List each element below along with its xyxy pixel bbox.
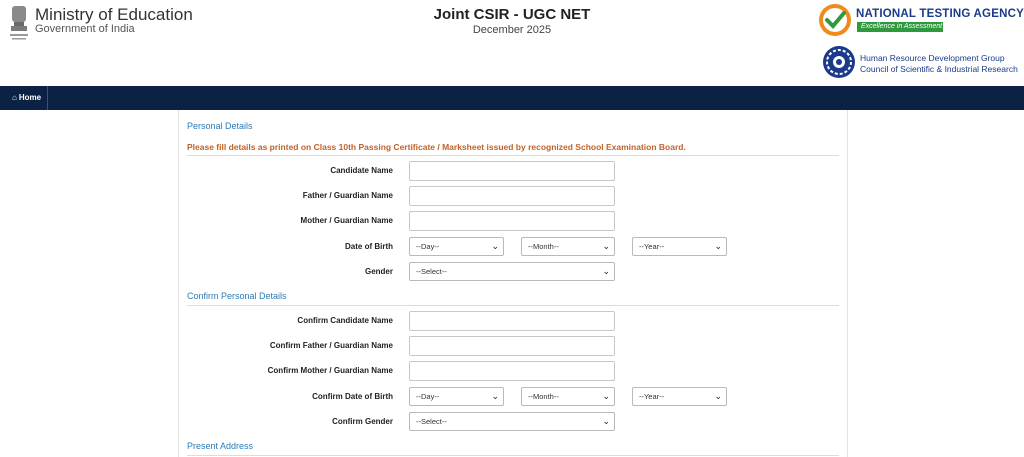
- nav-home-label: Home: [18, 93, 42, 102]
- confirm-dob-year-select[interactable]: --Year-- ⌄: [632, 387, 727, 406]
- confirm-mother-name-input[interactable]: [409, 361, 615, 381]
- confirm-dob-day-select[interactable]: --Day-- ⌄: [409, 387, 504, 406]
- confirm-gender-select[interactable]: --Select-- ⌄: [409, 412, 615, 431]
- csir-logo-icon: [823, 46, 855, 78]
- personal-instruction: Please fill details as printed on Class …: [187, 142, 686, 152]
- nta-logo-icon: [819, 4, 851, 36]
- chevron-down-icon: ⌄: [602, 416, 610, 426]
- confirm-father-name-label: Confirm Father / Guardian Name: [269, 341, 393, 350]
- divider: [187, 455, 839, 456]
- divider: [187, 305, 839, 306]
- nta-tagline: Excellence in Assessment: [857, 22, 943, 32]
- national-emblem-icon: [10, 6, 28, 40]
- page-header: Ministry of Education Government of Indi…: [0, 0, 1024, 86]
- chevron-down-icon: ⌄: [602, 241, 610, 251]
- section-title-present-address: Present Address: [187, 441, 254, 451]
- chevron-down-icon: ⌄: [714, 241, 722, 251]
- confirm-mother-name-label: Confirm Mother / Guardian Name: [267, 366, 393, 375]
- dob-year-value: --Year--: [639, 242, 665, 251]
- gender-select[interactable]: --Select-- ⌄: [409, 262, 615, 281]
- dob-year-select[interactable]: --Year-- ⌄: [632, 237, 727, 256]
- chevron-down-icon: ⌄: [714, 391, 722, 401]
- nta-name: NATIONAL TESTING AGENCY: [856, 8, 1024, 20]
- confirm-gender-label: Confirm Gender: [332, 417, 393, 426]
- ministry-title: Ministry of Education: [35, 5, 193, 24]
- confirm-dob-year-value: --Year--: [639, 392, 665, 401]
- ministry-subtitle: Government of India: [35, 23, 135, 35]
- confirm-dob-label: Confirm Date of Birth: [312, 392, 393, 401]
- exam-title: Joint CSIR - UGC NET: [433, 6, 591, 23]
- father-name-label: Father / Guardian Name: [302, 191, 393, 200]
- main-navbar: ⌂ Home: [0, 86, 1024, 110]
- dob-month-value: --Month--: [528, 242, 559, 251]
- section-title-confirm: Confirm Personal Details: [187, 291, 287, 301]
- confirm-gender-value: --Select--: [416, 417, 447, 426]
- dob-month-select[interactable]: --Month-- ⌄: [521, 237, 615, 256]
- gender-value: --Select--: [416, 267, 447, 276]
- mother-name-input[interactable]: [409, 211, 615, 231]
- confirm-dob-month-select[interactable]: --Month-- ⌄: [521, 387, 615, 406]
- chevron-down-icon: ⌄: [602, 391, 610, 401]
- dob-day-select[interactable]: --Day-- ⌄: [409, 237, 504, 256]
- father-name-input[interactable]: [409, 186, 615, 206]
- mother-name-label: Mother / Guardian Name: [300, 216, 393, 225]
- chevron-down-icon: ⌄: [602, 266, 610, 276]
- gender-label: Gender: [364, 267, 393, 276]
- candidate-name-label: Candidate Name: [330, 166, 393, 175]
- home-icon: ⌂: [12, 93, 17, 102]
- chevron-down-icon: ⌄: [491, 241, 499, 251]
- divider: [187, 155, 839, 156]
- exam-session: December 2025: [472, 24, 552, 36]
- dob-label: Date of Birth: [345, 242, 393, 251]
- confirm-dob-month-value: --Month--: [528, 392, 559, 401]
- candidate-name-input[interactable]: [409, 161, 615, 181]
- confirm-candidate-name-label: Confirm Candidate Name: [297, 316, 393, 325]
- chevron-down-icon: ⌄: [491, 391, 499, 401]
- confirm-dob-day-value: --Day--: [416, 392, 440, 401]
- confirm-candidate-name-input[interactable]: [409, 311, 615, 331]
- dob-day-value: --Day--: [416, 242, 440, 251]
- csir-group-name: Human Resource Development Group: [860, 53, 1005, 63]
- confirm-father-name-input[interactable]: [409, 336, 615, 356]
- csir-council-name: Council of Scientific & Industrial Resea…: [860, 64, 1018, 74]
- section-title-personal: Personal Details: [187, 121, 253, 131]
- nav-home-link[interactable]: ⌂ Home: [0, 86, 49, 110]
